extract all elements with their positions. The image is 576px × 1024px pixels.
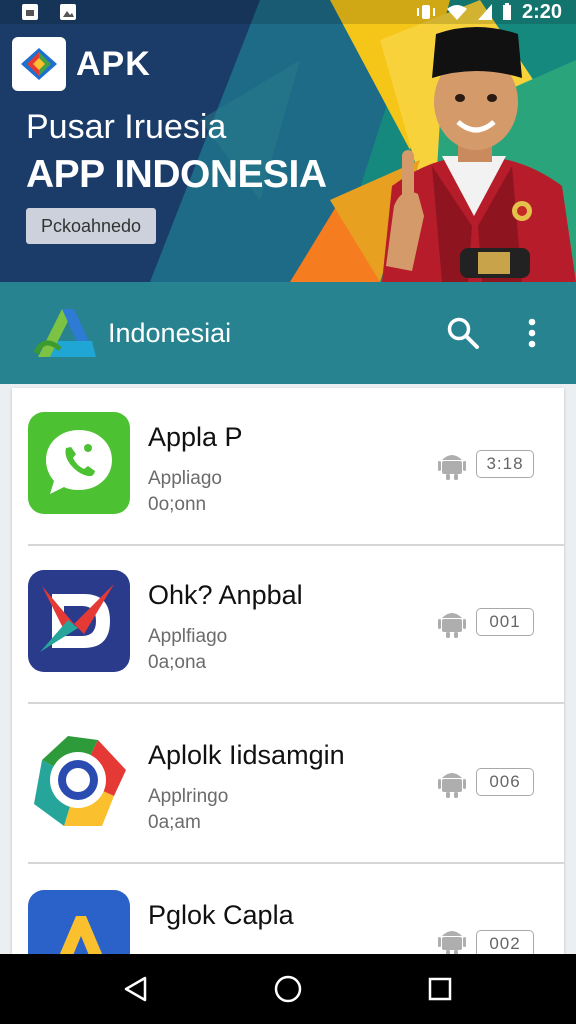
app-a-logo-icon: [28, 890, 130, 954]
brand: APK: [12, 37, 151, 91]
android-icon: [438, 613, 466, 638]
image-notification-icon: [60, 4, 76, 20]
search-icon[interactable]: [446, 316, 480, 350]
app-d-logo-icon: [28, 570, 130, 672]
android-icon: [438, 931, 466, 954]
banner-button[interactable]: Pckoahnedo: [26, 208, 156, 244]
battery-icon: [502, 3, 511, 20]
app-bar: Indonesiai: [0, 282, 576, 384]
list-item[interactable]: Appla P Appliago 0o;onn 3:18: [12, 388, 564, 546]
android-icon: [438, 455, 466, 480]
version-badge: 006: [476, 768, 534, 796]
more-options-icon[interactable]: [520, 316, 544, 350]
recents-icon[interactable]: [425, 974, 455, 1004]
divider: [28, 702, 564, 704]
status-bar: 2:20: [0, 0, 576, 24]
signal-icon: [477, 4, 492, 20]
version-badge: 3:18: [476, 450, 534, 478]
vibrate-icon: [416, 5, 435, 19]
app-bar-title: Indonesiai: [108, 317, 232, 348]
app-name: Ohk? Anpbal: [148, 580, 303, 610]
apk-logo-icon: [12, 37, 66, 91]
brand-name: APK: [76, 44, 151, 83]
banner-title: APP INDONESIA: [26, 153, 327, 196]
app-name: Aplolk Iidsamgin: [148, 740, 345, 770]
app-logo-icon: [33, 309, 96, 357]
home-icon[interactable]: [273, 974, 303, 1004]
promo-banner[interactable]: APK Pusar Iruesia APP INDONESIA Pckoahne…: [0, 0, 576, 282]
app-name: Appla P: [148, 422, 243, 452]
divider: [28, 862, 564, 864]
status-time: 2:20: [521, 0, 562, 23]
wifi-icon: [446, 5, 467, 20]
app-subtitle: 0o;onn: [148, 494, 207, 515]
app-subtitle: 0a;ona: [148, 652, 207, 673]
banner-subtitle: Pusar Iruesia: [26, 108, 227, 146]
promo-person-illustration: [382, 27, 576, 282]
app-list: Appla P Appliago 0o;onn 3:18 Ohk? Anpbal: [12, 388, 564, 954]
list-item[interactable]: Pglok Capla 002: [12, 866, 564, 954]
app-ring-logo-icon: [28, 730, 130, 832]
list-item[interactable]: Ohk? Anpbal Applfiago 0a;ona 001: [12, 546, 564, 704]
version-badge: 002: [476, 930, 534, 954]
app-category: Applringo: [148, 786, 229, 807]
whatsapp-app-icon: [28, 412, 130, 514]
android-icon: [438, 773, 466, 798]
sim-card-icon: [22, 4, 38, 20]
app-name: Pglok Capla: [148, 900, 294, 930]
app-category: Applfiago: [148, 626, 228, 647]
back-icon[interactable]: [121, 974, 151, 1004]
navigation-bar: [0, 954, 576, 1024]
version-badge: 001: [476, 608, 534, 636]
app-subtitle: 0a;am: [148, 812, 201, 833]
app-category: Appliago: [148, 468, 222, 489]
list-item[interactable]: Aplolk Iidsamgin Applringo 0a;am 006: [12, 706, 564, 864]
